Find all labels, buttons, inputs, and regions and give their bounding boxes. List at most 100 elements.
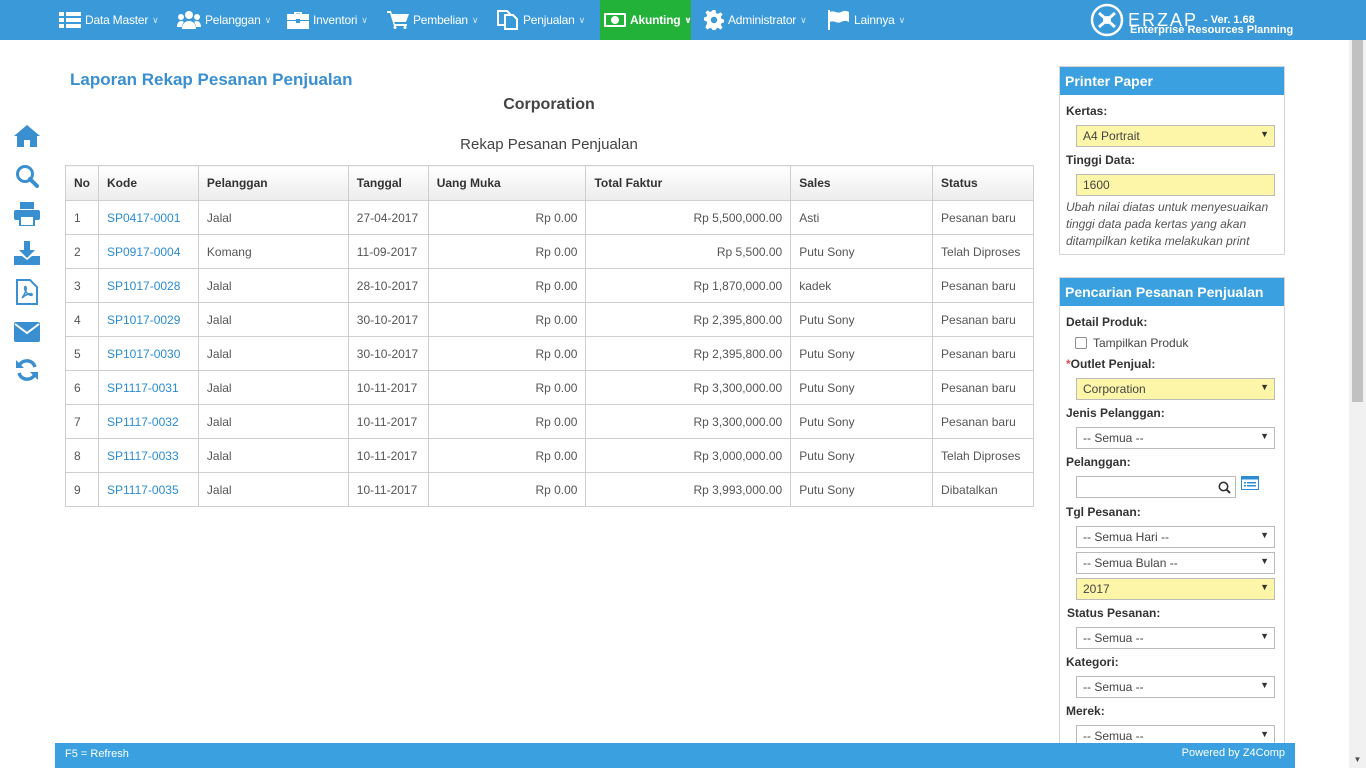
scrollbar-thumb[interactable] xyxy=(1352,40,1363,402)
search-icon[interactable] xyxy=(1218,481,1231,494)
tgl-pesanan-label: Tgl Pesanan: xyxy=(1066,505,1141,519)
cell-status: Telah Diproses xyxy=(932,234,1034,269)
brand-subtitle: Enterprise Resources Planning xyxy=(1130,24,1294,36)
nav-label: Penjualan xyxy=(523,13,575,27)
search-panel-title: Pencarian Pesanan Penjualan xyxy=(1060,278,1284,306)
tinggi-data-input[interactable]: 1600 xyxy=(1076,174,1275,196)
order-code-link[interactable]: SP1017-0030 xyxy=(107,347,180,361)
cell-tanggal: 10-11-2017 xyxy=(347,438,429,473)
col-header-sales[interactable]: Sales xyxy=(790,165,934,201)
cell-pelanggan: Jalal xyxy=(197,268,349,303)
kategori-select[interactable]: -- Semua -- ▼ xyxy=(1076,676,1275,698)
footer-refresh-hint: F5 = Refresh xyxy=(65,748,129,760)
order-code-link[interactable]: SP1117-0032 xyxy=(107,415,179,429)
jenis-value: -- Semua -- xyxy=(1083,431,1144,445)
chevron-down-icon: ∨ xyxy=(264,14,272,25)
kertas-select[interactable]: A4 Portrait ▼ xyxy=(1076,125,1275,147)
cell-total-faktur: Rp 5,500.00 xyxy=(585,234,792,269)
order-code-link[interactable]: SP1117-0033 xyxy=(107,449,179,463)
email-icon[interactable] xyxy=(13,318,41,346)
nav-pembelian[interactable]: Pembelian ∨ xyxy=(387,0,479,40)
download-icon[interactable] xyxy=(13,239,41,267)
tampilkan-produk-label: Tampilkan Produk xyxy=(1093,336,1189,350)
col-header-status[interactable]: Status xyxy=(932,165,1034,201)
flag-icon xyxy=(828,10,850,30)
nav-pelanggan[interactable]: Pelanggan ∨ xyxy=(177,0,271,40)
vertical-scrollbar[interactable]: ▼ xyxy=(1349,40,1366,768)
cell-kode: SP1117-0032 xyxy=(98,404,199,439)
outlet-penjual-select[interactable]: Corporation ▼ xyxy=(1076,378,1275,400)
bulan-select[interactable]: -- Semua Bulan -- ▼ xyxy=(1076,552,1275,574)
order-code-link[interactable]: SP0417-0001 xyxy=(107,211,180,225)
cell-pelanggan: Jalal xyxy=(197,472,349,507)
cell-tanggal: 10-11-2017 xyxy=(347,370,429,405)
page-title: Laporan Rekap Pesanan Penjualan xyxy=(70,70,353,89)
pelanggan-search-input[interactable] xyxy=(1076,476,1236,498)
cell-tanggal: 28-10-2017 xyxy=(347,268,429,303)
nav-akunting[interactable]: Akunting ∨ xyxy=(600,0,692,40)
cell-pelanggan: Jalal xyxy=(197,404,349,439)
tampilkan-produk-checkbox[interactable] xyxy=(1075,337,1087,349)
report-organization: Corporation xyxy=(503,96,595,113)
table-row: 9 SP1117-0035 Jalal 10-11-2017 Rp 0.00 Rp 3,9… xyxy=(65,472,1034,507)
chevron-down-icon: ∨ xyxy=(578,14,586,25)
cell-no: 8 xyxy=(65,438,99,473)
cell-status: Pesanan baru xyxy=(932,404,1034,439)
cell-kode: SP1017-0028 xyxy=(98,268,199,303)
nav-inventori[interactable]: Inventori ∨ xyxy=(287,0,368,40)
print-icon[interactable] xyxy=(13,200,41,228)
dropdown-arrow-icon: ▼ xyxy=(1260,556,1269,566)
order-code-link[interactable]: SP0917-0004 xyxy=(107,245,180,259)
order-code-link[interactable]: SP1017-0028 xyxy=(107,279,180,293)
col-header-total-faktur[interactable]: Total Faktur xyxy=(585,165,792,201)
nav-lainnya[interactable]: Lainnya ∨ xyxy=(828,0,905,40)
cart-icon xyxy=(387,11,409,29)
cell-kode: SP0417-0001 xyxy=(98,200,199,235)
col-header-tanggal[interactable]: Tanggal xyxy=(347,165,429,201)
order-code-link[interactable]: SP1017-0029 xyxy=(107,313,180,327)
pelanggan-list-icon[interactable] xyxy=(1241,476,1259,492)
list-icon xyxy=(59,12,81,28)
cell-uang-muka: Rp 0.00 xyxy=(427,472,587,507)
cell-pelanggan: Jalal xyxy=(197,302,349,337)
money-icon xyxy=(604,12,626,28)
dropdown-arrow-icon: ▼ xyxy=(1260,582,1269,592)
status-pesanan-select[interactable]: -- Semua -- ▼ xyxy=(1076,627,1275,649)
kategori-value: -- Semua -- xyxy=(1083,680,1144,694)
col-header-kode[interactable]: Kode xyxy=(98,165,199,201)
col-header-uang-muka[interactable]: Uang Muka xyxy=(427,165,587,201)
table-row: 5 SP1017-0030 Jalal 30-10-2017 Rp 0.00 Rp 2,3… xyxy=(65,336,1034,371)
refresh-icon[interactable] xyxy=(13,356,41,384)
pdf-icon[interactable] xyxy=(13,278,41,306)
jenis-pelanggan-select[interactable]: -- Semua -- ▼ xyxy=(1076,427,1275,449)
cell-sales: Asti xyxy=(790,200,934,235)
col-header-pelanggan[interactable]: Pelanggan xyxy=(197,165,349,201)
table-row: 8 SP1117-0033 Jalal 10-11-2017 Rp 0.00 Rp 3,0… xyxy=(65,438,1034,473)
tampilkan-produk-row[interactable]: Tampilkan Produk xyxy=(1075,336,1188,350)
order-code-link[interactable]: SP1117-0035 xyxy=(107,483,179,497)
cell-total-faktur: Rp 1,870,000.00 xyxy=(585,268,792,303)
cell-kode: SP1017-0030 xyxy=(98,336,199,371)
printer-paper-panel: Printer Paper Kertas: A4 Portrait ▼ Ting… xyxy=(1059,66,1285,255)
tahun-value: 2017 xyxy=(1083,582,1110,596)
hari-select[interactable]: -- Semua Hari -- ▼ xyxy=(1076,526,1275,548)
nav-data-master[interactable]: Data Master ∨ xyxy=(59,0,159,40)
order-code-link[interactable]: SP1117-0031 xyxy=(107,381,179,395)
dropdown-arrow-icon: ▼ xyxy=(1260,680,1269,690)
tahun-select[interactable]: 2017 ▼ xyxy=(1076,578,1275,600)
cell-no: 1 xyxy=(65,200,99,235)
search-icon[interactable] xyxy=(13,162,41,190)
cell-uang-muka: Rp 0.00 xyxy=(427,268,587,303)
nav-administrator[interactable]: Administrator ∨ xyxy=(704,0,807,40)
col-header-no[interactable]: No xyxy=(65,165,99,201)
cell-sales: Putu Sony xyxy=(790,472,934,507)
brand-logo-icon xyxy=(1090,3,1124,37)
home-icon[interactable] xyxy=(13,122,41,150)
top-navbar: Data Master ∨ Pelanggan ∨ Inventori ∨ Pe… xyxy=(0,0,1366,40)
scroll-down-arrow-icon[interactable]: ▼ xyxy=(1349,751,1366,768)
cell-status: Pesanan baru xyxy=(932,370,1034,405)
cell-tanggal: 10-11-2017 xyxy=(347,472,429,507)
nav-penjualan[interactable]: Penjualan ∨ xyxy=(497,0,585,40)
cell-status: Pesanan baru xyxy=(932,268,1034,303)
table-row: 4 SP1017-0029 Jalal 30-10-2017 Rp 0.00 Rp 2,3… xyxy=(65,302,1034,337)
